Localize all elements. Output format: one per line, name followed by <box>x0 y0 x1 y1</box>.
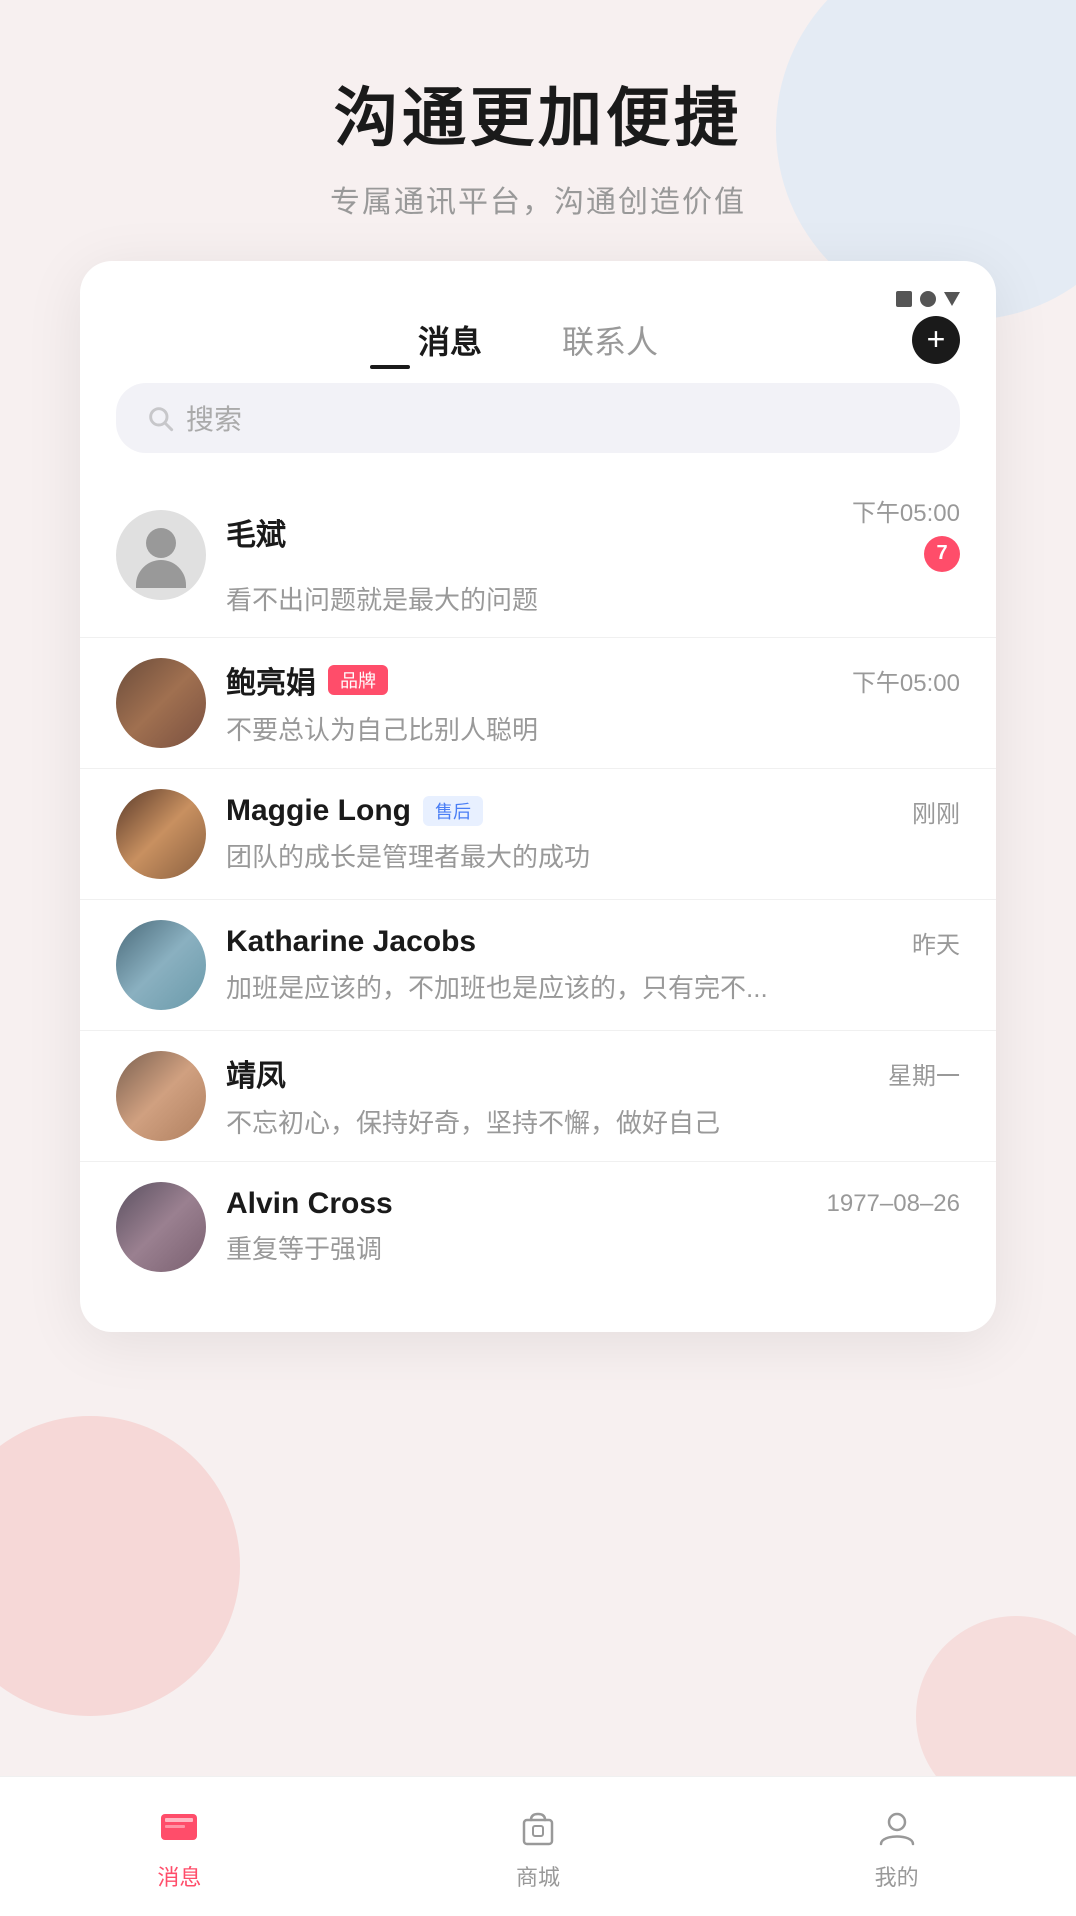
message-preview: 团队的成长是管理者最大的成功 <box>226 837 960 874</box>
conversation-content: Alvin Cross 1977–08–26 重复等于强调 <box>226 1187 960 1266</box>
unread-badge: 7 <box>924 536 960 572</box>
avatar <box>116 789 206 879</box>
name-row: 鲍亮娟 品牌 <box>226 658 388 702</box>
tab-contacts[interactable]: 联系人 <box>522 317 698 363</box>
avatar <box>116 1182 206 1272</box>
name-row: Katharine Jacobs <box>226 925 476 959</box>
conversation-header: 毛斌 下午05:00 7 <box>226 493 960 572</box>
tab-bar: 消息 联系人 + <box>80 317 996 383</box>
conversation-item[interactable]: 鲍亮娟 品牌 下午05:00 不要总认为自己比别人聪明 <box>80 638 996 769</box>
avatar <box>116 920 206 1010</box>
message-time: 昨天 <box>912 925 960 960</box>
shop-icon <box>512 1802 564 1854</box>
avatar <box>116 510 206 600</box>
conversation-item[interactable]: Maggie Long 售后 刚刚 团队的成长是管理者最大的成功 <box>80 769 996 900</box>
status-icon-dot <box>920 291 936 307</box>
conversation-header: Katharine Jacobs 昨天 <box>226 925 960 960</box>
avatar <box>116 658 206 748</box>
tab-underline <box>370 365 410 369</box>
conv-right: 下午05:00 7 <box>852 493 960 572</box>
nav-label-shop: 商城 <box>516 1860 560 1892</box>
nav-item-shop[interactable]: 商城 <box>359 1802 718 1892</box>
conversation-content: Katharine Jacobs 昨天 加班是应该的，不加班也是应该的，只有完不… <box>226 925 960 1005</box>
conversation-content: Maggie Long 售后 刚刚 团队的成长是管理者最大的成功 <box>226 794 960 874</box>
name-row: Maggie Long 售后 <box>226 794 483 828</box>
conversation-content: 靖凤 星期一 不忘初心，保持好奇，坚持不懈，做好自己 <box>226 1051 960 1140</box>
add-button[interactable]: + <box>912 316 960 364</box>
avatar-body <box>136 560 186 588</box>
main-title: 沟通更加便捷 <box>0 80 1076 157</box>
conversation-item[interactable]: 毛斌 下午05:00 7 看不出问题就是最大的问题 <box>80 473 996 638</box>
contact-name: 鲍亮娟 <box>226 658 316 702</box>
message-preview: 加班是应该的，不加班也是应该的，只有完不... <box>226 968 960 1005</box>
after-badge: 售后 <box>423 796 483 826</box>
message-preview: 不要总认为自己比别人聪明 <box>226 710 960 747</box>
nav-label-profile: 我的 <box>875 1860 919 1892</box>
status-bar <box>80 291 996 317</box>
profile-icon <box>871 1802 923 1854</box>
message-time: 1977–08–26 <box>827 1190 960 1218</box>
avatar-head <box>146 528 176 558</box>
sub-title: 专属通讯平台，沟通创造价值 <box>0 177 1076 221</box>
message-icon <box>153 1802 205 1854</box>
avatar <box>116 1051 206 1141</box>
status-icon-square <box>896 291 912 307</box>
conversation-header: 靖凤 星期一 <box>226 1051 960 1095</box>
search-icon <box>146 404 174 432</box>
conversation-header: Maggie Long 售后 刚刚 <box>226 794 960 829</box>
nav-label-messages: 消息 <box>157 1860 201 1892</box>
name-row: Alvin Cross <box>226 1187 393 1221</box>
message-time: 下午05:00 <box>852 663 960 698</box>
brand-badge: 品牌 <box>328 665 388 695</box>
conversation-item[interactable]: Alvin Cross 1977–08–26 重复等于强调 <box>80 1162 996 1292</box>
status-icon-triangle <box>944 292 960 306</box>
name-row: 靖凤 <box>226 1051 286 1095</box>
search-placeholder: 搜索 <box>186 398 242 438</box>
tab-messages[interactable]: 消息 <box>378 317 522 363</box>
bottom-nav: 消息 商城 我的 <box>0 1776 1076 1916</box>
nav-item-profile[interactable]: 我的 <box>717 1802 1076 1892</box>
search-bar[interactable]: 搜索 <box>116 383 960 453</box>
conversation-content: 毛斌 下午05:00 7 看不出问题就是最大的问题 <box>226 493 960 617</box>
conversation-header: 鲍亮娟 品牌 下午05:00 <box>226 658 960 702</box>
nav-item-messages[interactable]: 消息 <box>0 1802 359 1892</box>
conversation-header: Alvin Cross 1977–08–26 <box>226 1187 960 1221</box>
contact-name: Maggie Long <box>226 794 411 828</box>
plus-icon: + <box>927 323 946 355</box>
name-row: 毛斌 <box>226 510 286 554</box>
conversation-item[interactable]: 靖凤 星期一 不忘初心，保持好奇，坚持不懈，做好自己 <box>80 1031 996 1162</box>
contact-name: Katharine Jacobs <box>226 925 476 959</box>
message-time: 刚刚 <box>912 794 960 829</box>
bg-decoration-bottom-left <box>0 1416 240 1716</box>
message-preview: 不忘初心，保持好奇，坚持不懈，做好自己 <box>226 1103 960 1140</box>
message-time: 下午05:00 <box>852 493 960 528</box>
default-avatar <box>116 510 206 600</box>
contact-name: 毛斌 <box>226 510 286 554</box>
header-section: 沟通更加便捷 专属通讯平台，沟通创造价值 <box>0 0 1076 261</box>
conversation-list: 毛斌 下午05:00 7 看不出问题就是最大的问题 鲍亮娟 品牌 <box>80 473 996 1292</box>
message-preview: 看不出问题就是最大的问题 <box>226 580 960 617</box>
contact-name: Alvin Cross <box>226 1187 393 1221</box>
message-time: 星期一 <box>888 1056 960 1091</box>
phone-card: 消息 联系人 + 搜索 毛斌 <box>80 261 996 1332</box>
conversation-content: 鲍亮娟 品牌 下午05:00 不要总认为自己比别人聪明 <box>226 658 960 747</box>
conversation-item[interactable]: Katharine Jacobs 昨天 加班是应该的，不加班也是应该的，只有完不… <box>80 900 996 1031</box>
message-preview: 重复等于强调 <box>226 1229 960 1266</box>
contact-name: 靖凤 <box>226 1051 286 1095</box>
